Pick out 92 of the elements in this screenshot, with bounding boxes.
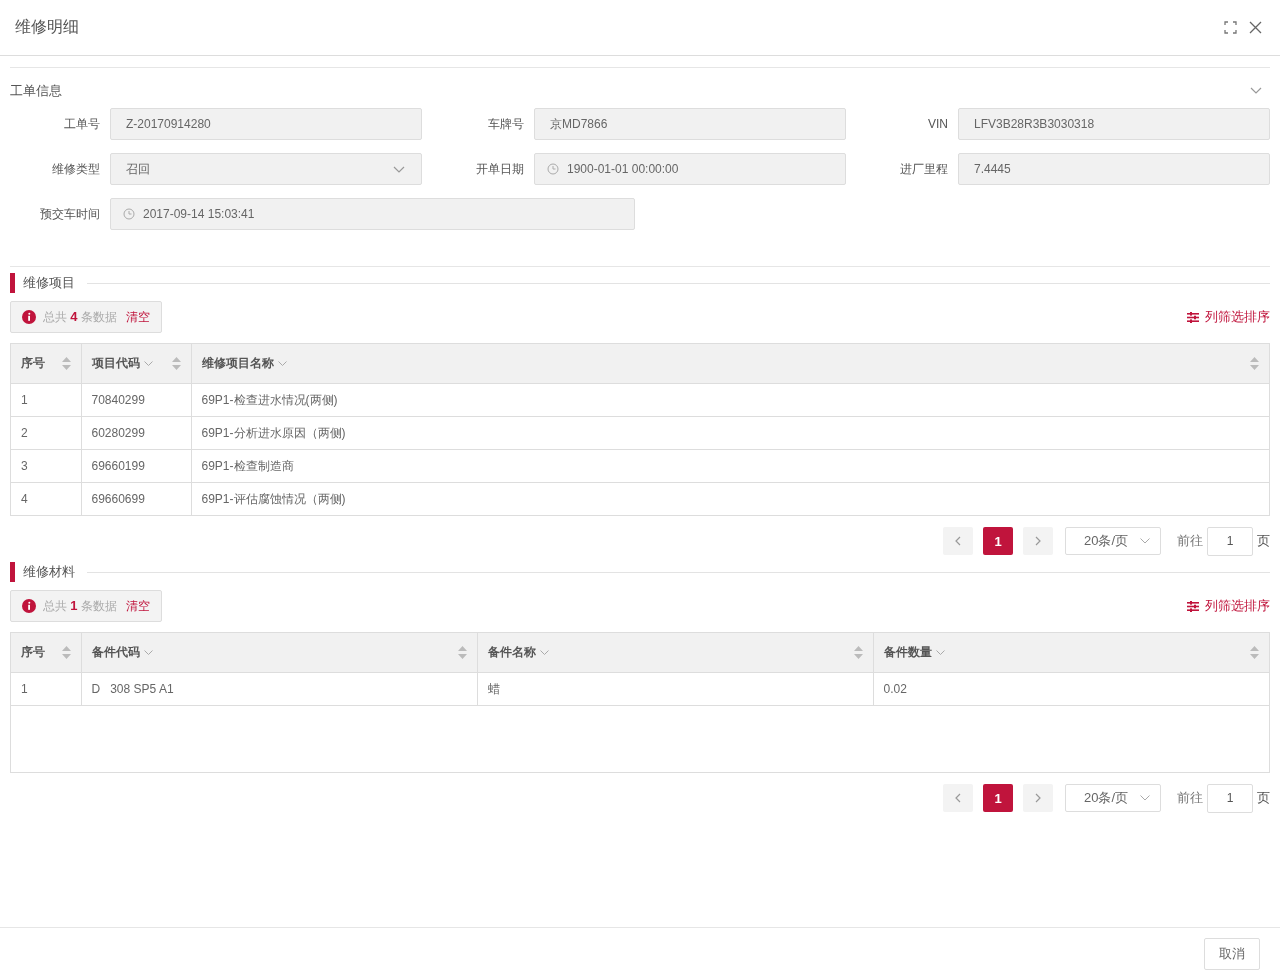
column-settings-link[interactable]: 列筛选排序: [1205, 308, 1270, 326]
table-cell: 1: [11, 672, 81, 706]
column-title[interactable]: 备件代码: [91, 644, 140, 661]
chevron-icon: [393, 165, 405, 173]
filter-chevron-icon[interactable]: [539, 649, 549, 656]
column-settings-link[interactable]: 列筛选排序: [1205, 597, 1270, 615]
table-cell: 69660699: [81, 482, 191, 515]
page-input[interactable]: 1: [1207, 526, 1253, 556]
filter-chevron-icon[interactable]: [277, 360, 287, 367]
column-title[interactable]: 维修项目名称: [201, 355, 274, 372]
chevron-left-icon: [955, 536, 961, 546]
sort-arrows-icon[interactable]: [171, 357, 181, 370]
page-unit-label: 页: [1257, 532, 1270, 550]
field-label: 进厂里程: [899, 160, 948, 178]
sort-arrows-icon[interactable]: [457, 646, 467, 659]
table-cell: 69P1-检查进水情况(两侧): [191, 383, 1269, 417]
sort-arrows-icon[interactable]: [853, 646, 863, 659]
prev-page-button[interactable]: [943, 527, 973, 555]
input-field[interactable]: 7.4445: [958, 153, 1270, 185]
chevron-left-icon: [955, 793, 961, 803]
date-field[interactable]: 2017-09-14 15:03:41: [110, 198, 635, 230]
page-size-select[interactable]: 20条/页: [1065, 784, 1161, 812]
next-page-button[interactable]: [1023, 784, 1053, 812]
section-title: 工单信息: [10, 82, 62, 100]
sort-arrows-icon[interactable]: [1250, 646, 1259, 659]
prev-page-button[interactable]: [943, 784, 973, 812]
clock-icon: [123, 208, 135, 220]
clock-icon: [547, 163, 559, 175]
column-title[interactable]: 序号: [21, 644, 45, 661]
chevron-icon: [1140, 538, 1150, 544]
goto-label: 前往: [1177, 789, 1203, 807]
next-page-button[interactable]: [1023, 527, 1053, 555]
field-label: VIN: [927, 117, 948, 131]
clear-link[interactable]: 清空: [125, 308, 150, 326]
chevron-right-icon: [1035, 536, 1041, 546]
section-marker: [10, 562, 15, 582]
clear-link[interactable]: 清空: [125, 597, 150, 615]
field-label: 车牌号: [487, 115, 524, 133]
table-cell: 60280299: [81, 416, 191, 450]
date-field[interactable]: 1900-01-01 00:00:00: [534, 153, 846, 185]
column-title[interactable]: 备件数量: [883, 644, 932, 661]
table-cell: 70840299: [81, 383, 191, 417]
table-cell: D 308 SP5 A1: [81, 672, 477, 706]
table-cell: 69P1-检查制造商: [191, 449, 1269, 483]
page-button[interactable]: 1: [983, 527, 1013, 555]
field-label: 开单日期: [475, 160, 524, 178]
section-marker: [10, 273, 15, 293]
input-field[interactable]: LFV3B28R3B3030318: [958, 108, 1270, 140]
section-title: 维修材料: [23, 563, 75, 581]
field-label: 工单号: [63, 115, 100, 133]
cancel-button[interactable]: 取消: [1204, 938, 1260, 970]
table-cell: 1: [11, 383, 81, 417]
filter-chevron-icon[interactable]: [935, 649, 945, 656]
filter-chevron-icon[interactable]: [143, 360, 153, 367]
sliders-icon[interactable]: [1187, 311, 1199, 323]
table-cell: 69P1-评估腐蚀情况（两侧): [191, 482, 1269, 515]
sort-arrows-icon[interactable]: [61, 357, 71, 370]
fullscreen-icon[interactable]: [1224, 21, 1237, 34]
column-title[interactable]: 项目代码: [91, 355, 140, 372]
table-cell: 蜡: [477, 672, 873, 706]
summary-text: 总共 1 条数据: [43, 597, 117, 615]
field-label: 维修类型: [51, 160, 100, 178]
select-field[interactable]: 召回: [110, 153, 422, 185]
chevron-icon: [1140, 795, 1150, 801]
section-title: 维修项目: [23, 274, 75, 292]
dialog-title: 维修明细: [15, 17, 79, 37]
column-title[interactable]: 序号: [21, 355, 45, 372]
chevron-icon[interactable]: [1250, 87, 1262, 95]
table-cell: 69660199: [81, 449, 191, 483]
summary-text: 总共 4 条数据: [43, 308, 117, 326]
filter-chevron-icon[interactable]: [143, 649, 153, 656]
table-cell: 0.02: [873, 672, 1269, 706]
goto-label: 前往: [1177, 532, 1203, 550]
page-button[interactable]: 1: [983, 784, 1013, 812]
info-icon: [22, 599, 36, 613]
sort-arrows-icon[interactable]: [61, 646, 71, 659]
sort-arrows-icon[interactable]: [1250, 357, 1259, 370]
page-unit-label: 页: [1257, 789, 1270, 807]
info-icon: [22, 310, 36, 324]
page-size-select[interactable]: 20条/页: [1065, 527, 1161, 555]
input-field[interactable]: 京MD7866: [534, 108, 846, 140]
chevron-right-icon: [1035, 793, 1041, 803]
table-cell: 3: [11, 449, 81, 483]
page-input[interactable]: 1: [1207, 783, 1253, 813]
field-label: 预交车时间: [39, 205, 100, 223]
input-field[interactable]: Z-20170914280: [110, 108, 422, 140]
table-cell: 4: [11, 482, 81, 515]
column-title[interactable]: 备件名称: [487, 644, 536, 661]
table-cell: 2: [11, 416, 81, 450]
table-cell: 69P1-分析进水原因（两侧): [191, 416, 1269, 450]
close-icon[interactable]: [1249, 21, 1262, 34]
sliders-icon[interactable]: [1187, 600, 1199, 612]
